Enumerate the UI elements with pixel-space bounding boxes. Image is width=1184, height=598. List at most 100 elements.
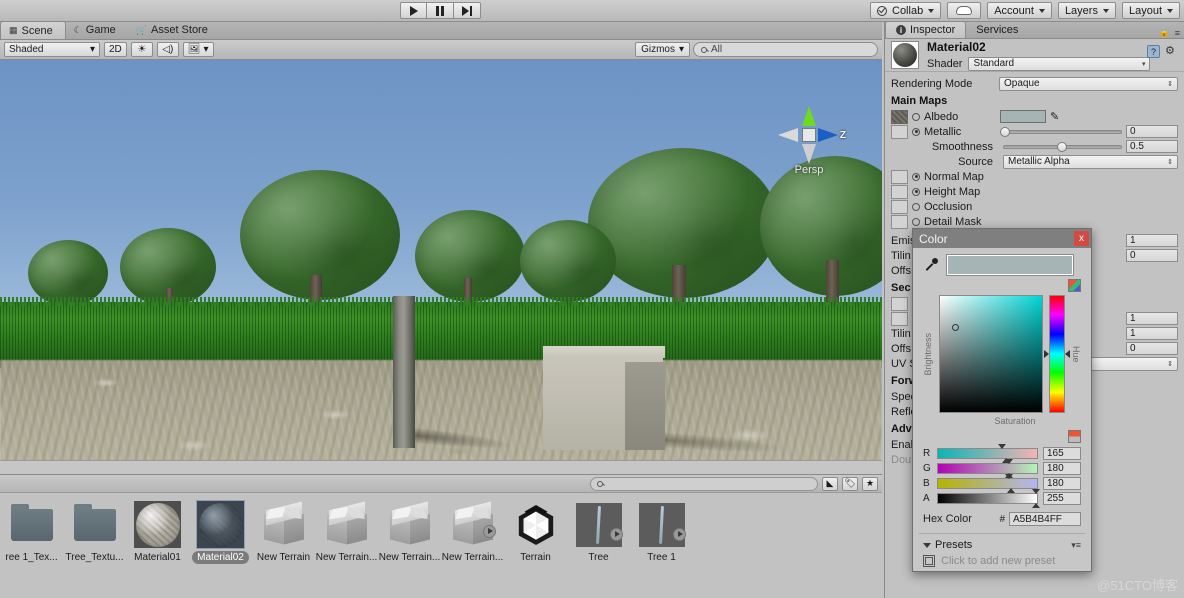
emission-value-field[interactable]: 1 [1126, 234, 1178, 247]
pause-button[interactable] [427, 2, 454, 19]
asset-item-new-terrain-1[interactable]: New Terrain [252, 501, 315, 564]
fx-dropdown[interactable]: 🖼 ▾ [182, 42, 214, 57]
audio-toggle[interactable]: ◁) [156, 42, 179, 57]
scene-viewport[interactable]: Z Persp [0, 60, 882, 474]
asset-item-tree-1[interactable]: Tree 1 [630, 501, 693, 564]
metallic-slider[interactable] [1000, 126, 1122, 138]
sec-tiling-field[interactable]: 1 [1126, 327, 1178, 340]
scene-search-input[interactable]: All [693, 42, 878, 57]
occlusion-toggle-icon[interactable] [912, 202, 920, 211]
presets-header[interactable]: Presets ▾≡ [913, 537, 1091, 553]
gizmos-dropdown[interactable]: Gizmos ▾ [635, 42, 690, 57]
asset-item-new-terrain-4[interactable]: New Terrain... [441, 501, 504, 564]
metallic-value-field[interactable]: 0 [1126, 125, 1178, 138]
height-map-texture-slot[interactable] [891, 184, 908, 199]
detail-mask-toggle-icon[interactable] [912, 217, 920, 226]
channel-r-slider[interactable] [937, 444, 1038, 463]
draw-mode-dropdown[interactable]: Shaded ▾ [4, 42, 100, 57]
lighting-toggle[interactable]: ☀ [130, 42, 153, 57]
tab-services[interactable]: Services [966, 21, 1028, 38]
hex-color-input[interactable]: A5B4B4FF [1009, 512, 1081, 526]
asset-item-material01[interactable]: Material01 [126, 501, 189, 564]
play-button[interactable] [400, 2, 427, 19]
saturation-brightness-field[interactable] [939, 295, 1043, 413]
asset-item-new-terrain-2[interactable]: New Terrain... [315, 501, 378, 564]
gear-icon[interactable]: ⚙ [1165, 45, 1178, 58]
gizmo-axis-y-neg[interactable] [802, 144, 816, 164]
sv-cursor[interactable] [952, 324, 959, 331]
eyedropper-icon[interactable]: ✎ [1050, 110, 1059, 123]
toggle-2d-button[interactable]: 2D [104, 42, 127, 57]
metallic-toggle-icon[interactable] [912, 127, 920, 136]
albedo-toggle-icon[interactable] [912, 112, 920, 121]
add-preset-row[interactable]: Click to add new preset [913, 553, 1091, 569]
favorite-filter-icon[interactable]: ★ [862, 476, 878, 491]
gizmo-axis-y[interactable] [802, 106, 816, 126]
tab-scene[interactable]: ▦ Scene [0, 21, 66, 39]
detail-scale-field[interactable]: 1 [1126, 312, 1178, 325]
occlusion-texture-slot[interactable] [891, 199, 908, 214]
channel-a-slider[interactable] [937, 489, 1041, 508]
sec-offset-field[interactable]: 0 [1126, 342, 1178, 355]
presets-menu-icon[interactable]: ▾≡ [1071, 540, 1081, 551]
source-dropdown[interactable]: Metallic Alpha ⇕ [1003, 154, 1178, 169]
asset-item-tree-textures[interactable]: Tree_Textu... [63, 501, 126, 564]
albedo-texture-slot[interactable] [891, 109, 908, 124]
detail-mask-texture-slot[interactable] [891, 214, 908, 229]
channel-a-value[interactable]: 255 [1043, 492, 1081, 505]
help-icon[interactable]: ? [1147, 45, 1160, 58]
scene-view-gizmo[interactable]: Z Persp [774, 100, 846, 176]
lock-icon[interactable]: 🔒 [1159, 27, 1170, 38]
color-wheel-icon[interactable] [1068, 279, 1081, 292]
rgb-mode-icon[interactable] [1068, 430, 1081, 443]
shader-dropdown[interactable]: Standard ▾ [968, 56, 1151, 71]
asset-item-new-terrain-3[interactable]: New Terrain... [378, 501, 441, 564]
cloud-icon [956, 6, 973, 15]
tiling-value-field[interactable]: 0 [1126, 249, 1178, 262]
label-filter-icon[interactable]: 🏷 [842, 476, 858, 491]
gizmo-persp-label[interactable]: Persp [774, 164, 844, 176]
detail-normal-slot[interactable] [891, 311, 908, 326]
smoothness-slider[interactable] [1003, 141, 1122, 153]
smoothness-value-field[interactable]: 0.5 [1126, 140, 1178, 153]
add-preset-icon[interactable] [923, 555, 935, 567]
cylinder-post-object[interactable] [393, 296, 415, 448]
channel-b-slider[interactable] [937, 474, 1038, 493]
color-picker-dialog[interactable]: Color x Brightness Hue Saturation R 165 … [912, 228, 1092, 572]
menu-icon[interactable]: ≡ [1175, 28, 1180, 38]
normal-map-row: Normal Map [885, 169, 1184, 184]
gizmo-axis-x-neg[interactable] [778, 128, 798, 142]
hue-slider[interactable] [1043, 295, 1070, 413]
asset-item-tree1-tex[interactable]: ree 1_Tex... [0, 501, 63, 564]
asset-item-terrain[interactable]: Terrain [504, 501, 567, 564]
asset-item-material02[interactable]: Material02 [189, 500, 252, 564]
albedo-color-field[interactable] [1000, 110, 1046, 123]
step-button[interactable] [454, 2, 481, 19]
color-swatch[interactable] [947, 255, 1073, 275]
normal-map-texture-slot[interactable] [891, 169, 908, 184]
collab-button[interactable]: Collab [870, 2, 942, 19]
channel-b-value[interactable]: 180 [1043, 477, 1081, 490]
detail-albedo-slot[interactable] [891, 296, 908, 311]
channel-g-value[interactable]: 180 [1043, 462, 1081, 475]
asset-item-tree[interactable]: Tree [567, 501, 630, 564]
metallic-texture-slot[interactable] [891, 124, 908, 139]
cloud-button[interactable] [947, 2, 982, 19]
layout-button[interactable]: Layout [1121, 2, 1180, 19]
tab-game[interactable]: ☾ Game [66, 21, 128, 39]
tab-asset-store[interactable]: 🛒 Asset Store [128, 21, 220, 39]
account-button[interactable]: Account [987, 2, 1052, 19]
channel-r-value[interactable]: 165 [1043, 447, 1081, 460]
channel-g-slider[interactable] [937, 459, 1038, 478]
asset-filter-icon[interactable]: ◣ [822, 476, 838, 491]
eyedropper-icon[interactable] [923, 257, 939, 273]
tab-inspector[interactable]: i Inspector [885, 21, 967, 38]
gizmo-center-cube[interactable] [802, 128, 816, 142]
close-icon[interactable]: x [1074, 231, 1089, 246]
gizmo-axis-z[interactable] [818, 128, 838, 142]
normal-map-toggle-icon[interactable] [912, 172, 920, 181]
rendering-mode-dropdown[interactable]: Opaque ⇕ [999, 76, 1178, 91]
layers-button[interactable]: Layers [1057, 2, 1116, 19]
project-search-input[interactable] [590, 476, 818, 491]
height-map-toggle-icon[interactable] [912, 187, 920, 196]
